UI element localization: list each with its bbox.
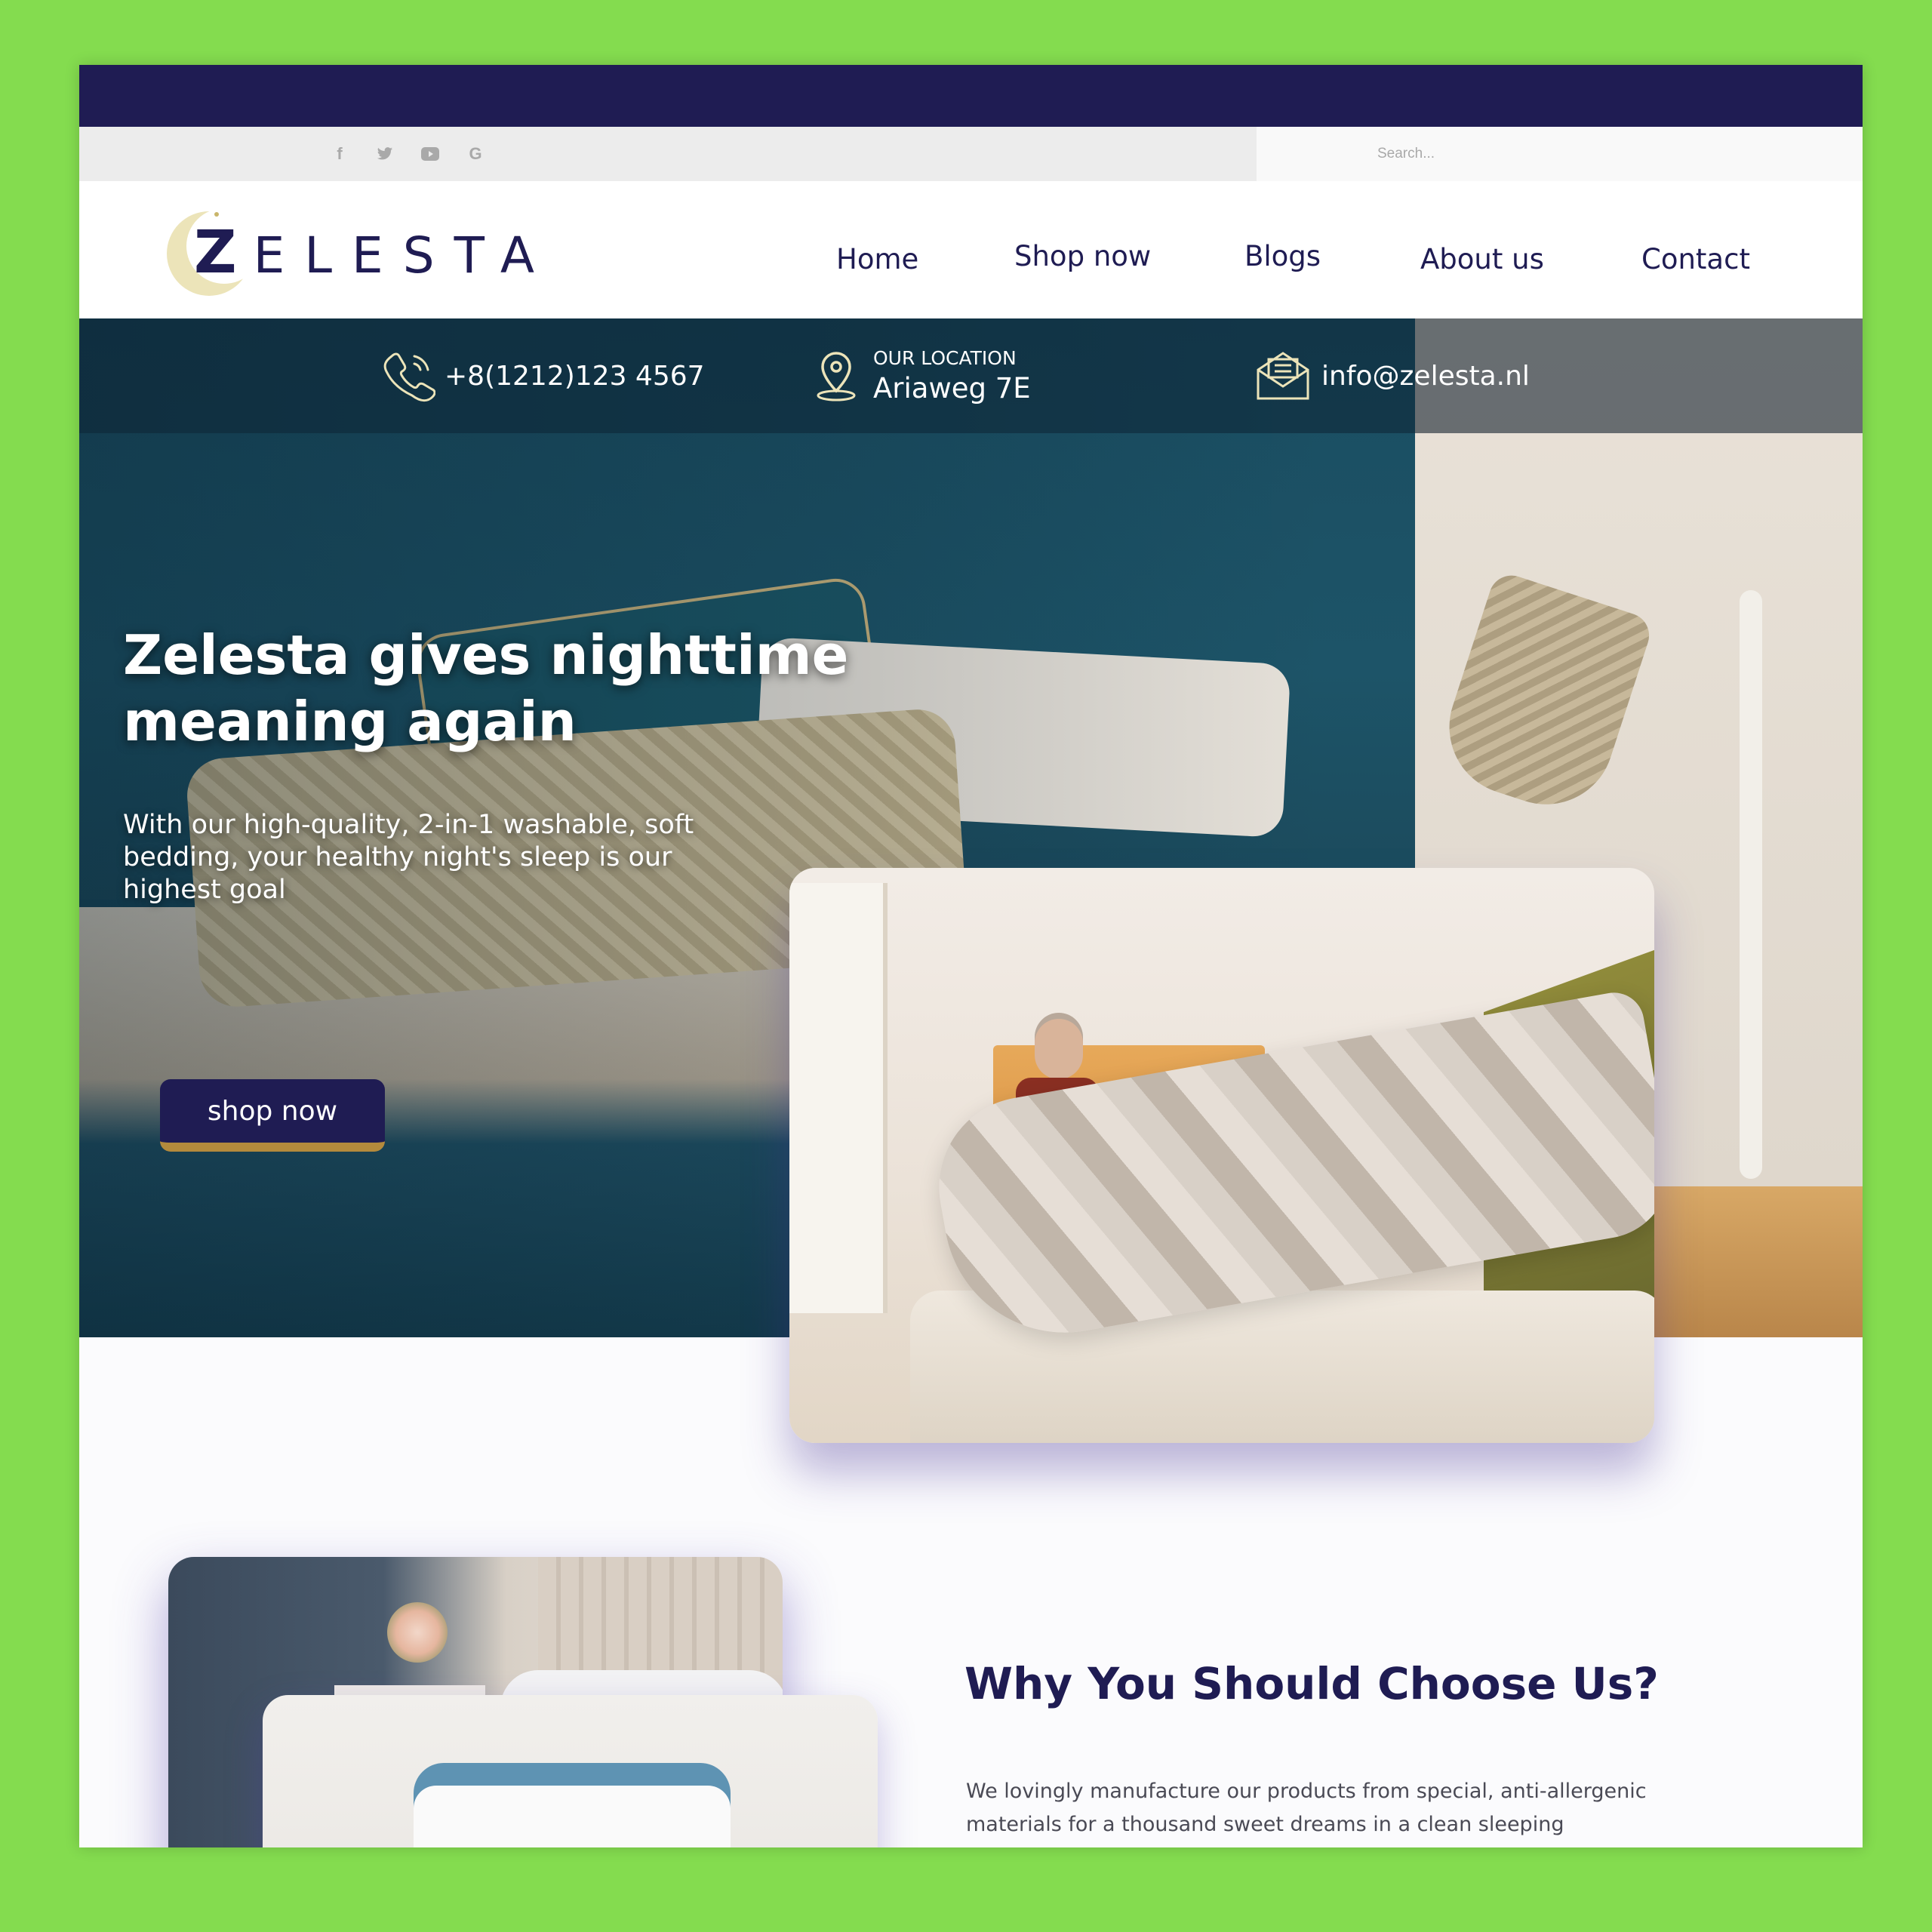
why-title: Why You Should Choose Us? bbox=[964, 1658, 1659, 1709]
feature-person-head bbox=[1035, 1019, 1083, 1079]
search-input[interactable] bbox=[1377, 140, 1566, 168]
bedroom-flowers bbox=[387, 1602, 448, 1663]
website-page: f G ZELESTA Home Shop now Blogs bbox=[79, 65, 1863, 1847]
social-links: f G bbox=[328, 127, 487, 181]
location-pin-icon bbox=[817, 352, 856, 401]
email-icon bbox=[1257, 352, 1309, 400]
feature-window bbox=[789, 883, 888, 1313]
phone-contact[interactable]: +8(1212)123 4567 bbox=[381, 318, 705, 433]
why-section: Why You Should Choose Us? We lovingly ma… bbox=[79, 1337, 1863, 1847]
utility-bar: f G bbox=[79, 127, 1863, 181]
location-text: OUR LOCATION Ariaweg 7E bbox=[873, 347, 1031, 405]
twitter-icon[interactable] bbox=[374, 143, 396, 165]
why-text: We lovingly manufacture our products fro… bbox=[966, 1780, 1647, 1847]
nav-contact[interactable]: Contact bbox=[1641, 243, 1750, 275]
location-value: Ariaweg 7E bbox=[873, 372, 1031, 405]
hero-title: Zelesta gives nighttime meaning again bbox=[123, 623, 849, 753]
email-address: info@zelesta.nl bbox=[1321, 360, 1530, 392]
nav-blogs[interactable]: Blogs bbox=[1244, 240, 1321, 272]
location-contact[interactable]: OUR LOCATION Ariaweg 7E bbox=[813, 318, 1031, 433]
phone-icon bbox=[383, 352, 435, 402]
search-box bbox=[1257, 127, 1863, 181]
logo-rest: ELESTA bbox=[253, 226, 554, 285]
nav-home[interactable]: Home bbox=[836, 243, 918, 275]
email-contact[interactable]: info@zelesta.nl bbox=[1255, 318, 1530, 433]
logo[interactable]: ZELESTA bbox=[164, 208, 534, 299]
google-icon[interactable]: G bbox=[464, 143, 487, 165]
site-header: ZELESTA Home Shop now Blogs About us Con… bbox=[79, 181, 1863, 318]
logo-wordmark: ZELESTA bbox=[194, 223, 554, 282]
youtube-icon[interactable] bbox=[419, 143, 441, 165]
bedroom-white-pillows bbox=[414, 1786, 731, 1847]
contact-bar: +8(1212)123 4567 OUR LOCATION Ariaweg 7E bbox=[79, 318, 1863, 433]
top-strip bbox=[79, 65, 1863, 127]
hero-subtitle: With our high-quality, 2-in-1 washable, … bbox=[123, 810, 694, 905]
phone-number: +8(1212)123 4567 bbox=[445, 360, 705, 392]
bedroom-image-front bbox=[263, 1695, 878, 1847]
facebook-icon[interactable]: f bbox=[328, 143, 351, 165]
location-label: OUR LOCATION bbox=[873, 347, 1017, 369]
shop-now-button[interactable]: shop now bbox=[160, 1079, 385, 1152]
nav-about-us[interactable]: About us bbox=[1420, 243, 1544, 275]
nav-shop-now[interactable]: Shop now bbox=[1014, 240, 1151, 272]
logo-first-letter: Z bbox=[194, 219, 254, 287]
